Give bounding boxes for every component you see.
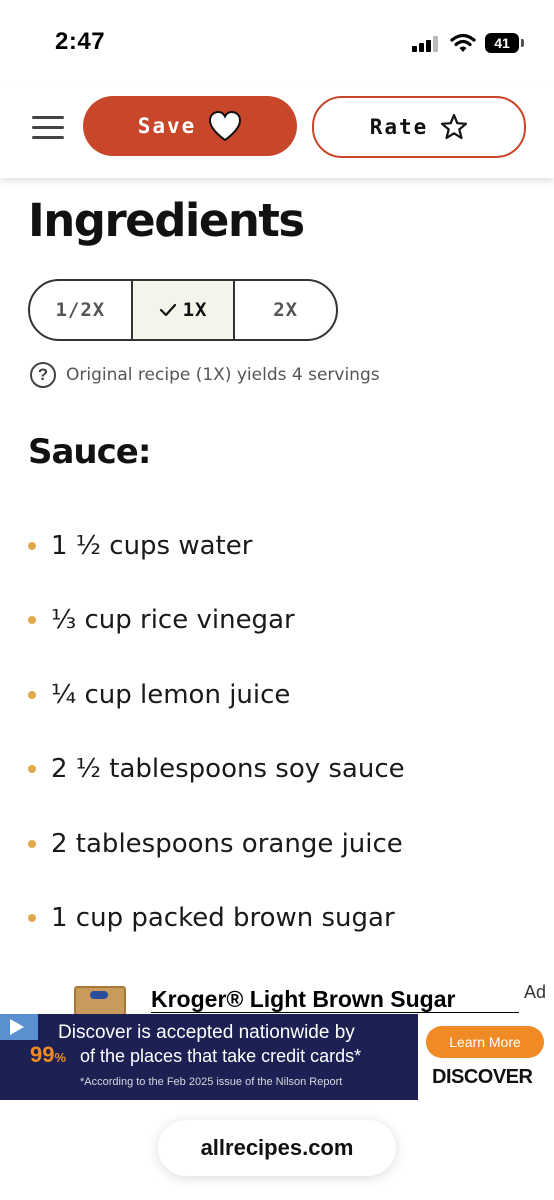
- question-mark-icon[interactable]: ?: [30, 362, 56, 388]
- product-thumbnail[interactable]: [74, 986, 126, 1016]
- star-icon: [441, 113, 468, 140]
- recipe-toolbar: Save Rate: [0, 88, 554, 178]
- serving-scale-selector: 1/2X 1X 2X: [28, 279, 338, 341]
- learn-more-button[interactable]: Learn More: [426, 1026, 544, 1058]
- checkmark-icon: [159, 303, 176, 317]
- heart-icon: [209, 110, 242, 142]
- ingredient-item: 2 ½ tablespoons soy sauce: [28, 743, 405, 817]
- ad-headline: Discover is accepted nationwide by: [58, 1022, 355, 1043]
- yield-text: Original recipe (1X) yields 4 servings: [66, 365, 380, 385]
- ad-percentage: 99%: [30, 1042, 66, 1068]
- bullet-icon: [28, 690, 36, 699]
- ad-banner[interactable]: Discover is accepted nationwide by 99% o…: [0, 1014, 554, 1100]
- bullet-icon: [28, 765, 36, 774]
- save-button[interactable]: Save: [83, 96, 297, 156]
- rate-button[interactable]: Rate: [312, 96, 526, 158]
- sauce-section-title: Sauce:: [28, 432, 151, 472]
- rate-button-label: Rate: [369, 115, 429, 139]
- ingredients-heading: Ingredients: [28, 194, 305, 247]
- menu-icon[interactable]: [32, 114, 64, 140]
- scale-1x-label: 1X: [182, 299, 208, 321]
- bullet-icon: [28, 839, 36, 848]
- cellular-signal-icon: [412, 36, 440, 52]
- product-title[interactable]: Kroger® Light Brown Sugar: [151, 986, 455, 1013]
- wifi-icon: [450, 32, 476, 54]
- scale-2x-button[interactable]: 2X: [235, 281, 336, 339]
- ingredient-text: 1 cup packed brown sugar: [51, 902, 395, 933]
- ingredient-text: 1 ½ cups water: [51, 531, 253, 561]
- ingredient-text: 2 ½ tablespoons soy sauce: [51, 754, 405, 785]
- save-button-label: Save: [137, 114, 197, 138]
- battery-icon: 41: [485, 33, 525, 55]
- status-bar: 2:47 41: [0, 0, 554, 88]
- ingredient-item: ¼ cup lemon juice: [28, 669, 405, 743]
- discover-logo: DISCOVER: [432, 1066, 533, 1088]
- bullet-icon: [28, 913, 36, 922]
- scale-1x-button[interactable]: 1X: [130, 281, 236, 339]
- ad-label: Ad: [524, 982, 547, 1002]
- battery-level: 41: [485, 33, 519, 53]
- sponsored-product[interactable]: Kroger® Light Brown Sugar Ad: [0, 978, 554, 1016]
- ad-footnote: *According to the Feb 2025 issue of the …: [80, 1076, 343, 1088]
- status-time: 2:47: [55, 28, 106, 55]
- ingredient-text: ¼ cup lemon juice: [51, 679, 291, 710]
- scale-half-label: 1/2X: [55, 299, 106, 321]
- ad-brand-panel: Learn More DISCOVER: [418, 1014, 554, 1100]
- ingredient-item: ⅓ cup rice vinegar: [28, 594, 405, 668]
- ingredient-text: 2 tablespoons orange juice: [51, 828, 403, 859]
- product-underline: [151, 1012, 519, 1013]
- adchoices-icon[interactable]: [0, 1014, 38, 1040]
- yield-info: ? Original recipe (1X) yields 4 servings: [30, 360, 380, 390]
- scale-2x-label: 2X: [273, 299, 299, 321]
- ad-percent-sign: %: [54, 1050, 67, 1065]
- ingredient-item: 1 cup packed brown sugar: [28, 892, 405, 966]
- ingredient-text: ⅓ cup rice vinegar: [51, 605, 295, 636]
- ad-subline: of the places that take credit cards*: [80, 1046, 362, 1066]
- browser-url-bar[interactable]: allrecipes.com: [158, 1120, 396, 1176]
- bullet-icon: [28, 542, 36, 550]
- ingredient-list: 1 ½ cups water ⅓ cup rice vinegar ¼ cup …: [28, 520, 405, 966]
- ingredient-item: 1 ½ cups water: [28, 520, 405, 594]
- ad-percent-value: 99: [30, 1042, 55, 1067]
- scale-half-button[interactable]: 1/2X: [30, 281, 131, 339]
- ingredient-item: 2 tablespoons orange juice: [28, 818, 405, 892]
- bullet-icon: [28, 616, 36, 625]
